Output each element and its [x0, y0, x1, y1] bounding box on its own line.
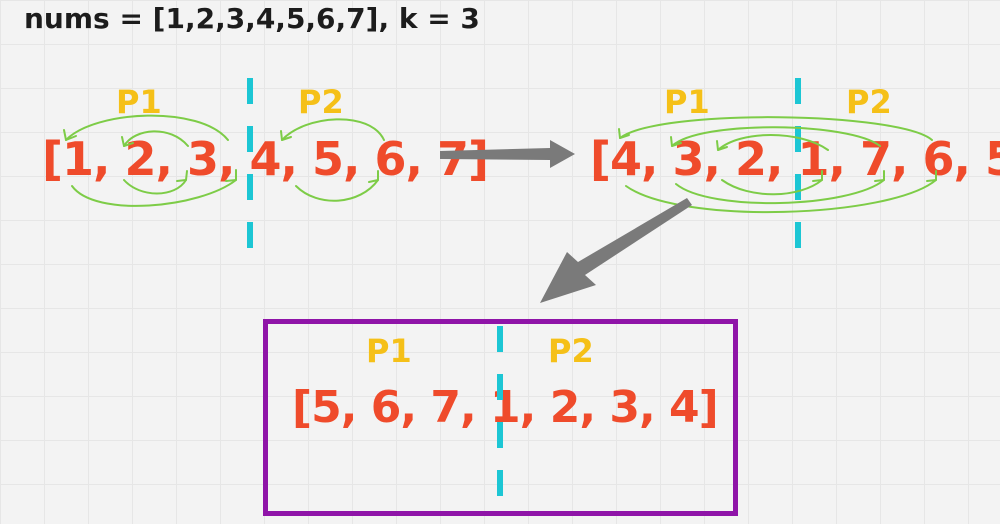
- swap-arrow-icon: [619, 116, 933, 141]
- swap-arrow-icon: [812, 170, 823, 182]
- swap-arrow-icon: [368, 170, 379, 183]
- swap-arrow-icon: [176, 170, 188, 182]
- swap-arrow-icon: [671, 126, 881, 147]
- swap-arrow-icon: [65, 114, 229, 141]
- swap-arrow-icon: [717, 134, 829, 151]
- flow-arrow-down-left-icon: [540, 198, 692, 303]
- swap-arrow-icon: [281, 118, 385, 141]
- swap-arrow-icon: [675, 179, 885, 205]
- swap-arrows-original: [63, 114, 385, 207]
- swap-arrow-icon: [123, 179, 187, 195]
- swap-arrow-icon: [926, 170, 937, 182]
- swap-arrow-icon: [123, 130, 189, 147]
- swap-arrow-icon: [225, 169, 237, 182]
- swap-arrow-icon: [874, 170, 885, 182]
- swap-arrow-icon: [295, 179, 379, 202]
- swap-arrow-icon: [721, 179, 823, 196]
- swap-arrow-icon: [63, 129, 77, 141]
- flow-arrow-right-icon: [440, 140, 575, 168]
- diagram-overlay: [63, 78, 937, 510]
- swap-arrows-reversed: [618, 116, 937, 214]
